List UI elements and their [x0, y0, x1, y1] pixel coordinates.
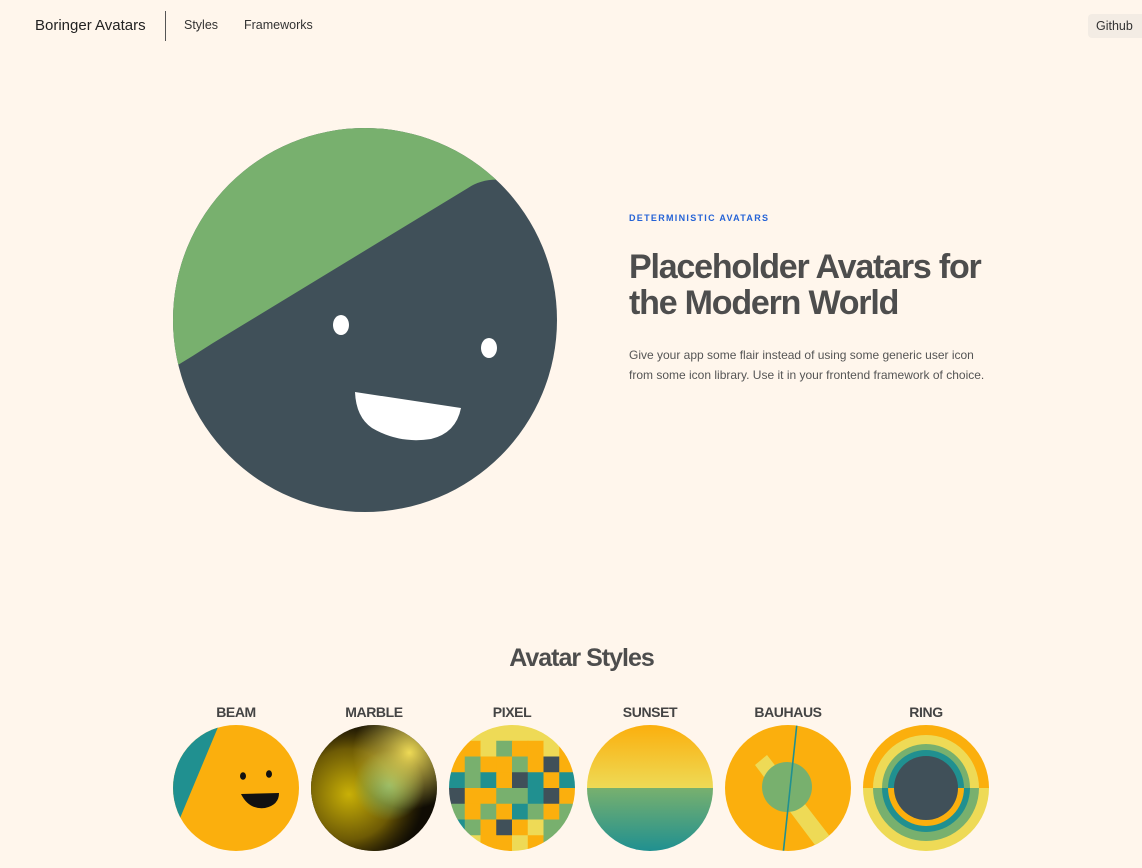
beam-avatar [173, 725, 299, 851]
pixel-cell [496, 740, 513, 757]
pixel-cell [464, 725, 481, 742]
style-label-bauhaus: BAUHAUS [754, 704, 822, 720]
style-card-bauhaus[interactable]: BAUHAUS [725, 703, 851, 851]
pixel-cell [449, 788, 466, 805]
sunset-avatar [587, 725, 713, 851]
pixel-cell [464, 772, 481, 789]
pixel-cell [527, 803, 544, 820]
pixel-cell [559, 803, 575, 820]
pixel-cell [543, 803, 560, 820]
style-label-ring: RING [909, 704, 943, 720]
pixel-cell [512, 740, 529, 757]
pixel-cell [496, 725, 513, 742]
style-card-ring[interactable]: RING [863, 703, 989, 851]
section-title: Avatar Styles [509, 644, 655, 672]
pixel-cell [449, 740, 466, 757]
pixel-cell [559, 835, 575, 851]
pixel-cell [449, 725, 466, 742]
pixel-cell [559, 772, 575, 789]
pixel-cell [480, 740, 497, 757]
pixel-cell [559, 788, 575, 805]
pixel-cell [512, 819, 529, 836]
pixel-cell [496, 803, 513, 820]
pixel-cell [480, 788, 497, 805]
hero-eyebrow: DETERMINISTIC AVATARS [629, 213, 770, 223]
pixel-cell [527, 819, 544, 836]
nav-frameworks-link[interactable]: Frameworks [244, 18, 313, 32]
pixel-cell [512, 756, 529, 773]
pixel-cell [449, 819, 466, 836]
pixel-cell [512, 788, 529, 805]
pixel-cell [464, 756, 481, 773]
pixel-avatar [449, 725, 575, 851]
pixel-cell [480, 725, 497, 742]
pixel-cell [496, 819, 513, 836]
pixel-cell [527, 756, 544, 773]
pixel-cell [512, 803, 529, 820]
left-eye [333, 315, 349, 335]
github-button[interactable]: Github [1088, 14, 1142, 38]
bauhaus-avatar [725, 725, 851, 851]
pixel-cell [449, 756, 466, 773]
pixel-cell [496, 772, 513, 789]
pixel-cell [543, 835, 560, 851]
pixel-cell [543, 772, 560, 789]
nav-styles-link[interactable]: Styles [184, 18, 218, 32]
pixel-cell [480, 803, 497, 820]
right-eye [481, 338, 497, 358]
style-label-sunset: SUNSET [622, 704, 678, 720]
pixel-cell [527, 725, 544, 742]
pixel-cell [464, 835, 481, 851]
style-card-beam[interactable]: BEAM [173, 703, 299, 851]
ring-avatar [863, 725, 989, 851]
style-label-pixel: PIXEL [492, 704, 532, 720]
pixel-cell [543, 819, 560, 836]
pixel-cell [449, 803, 466, 820]
pixel-cell [559, 725, 575, 742]
pixel-cell [559, 756, 575, 773]
pixel-cell [543, 788, 560, 805]
hero-beam-avatar [173, 128, 557, 512]
brand-link[interactable]: Boringer Avatars [35, 17, 146, 34]
pixel-cell [464, 740, 481, 757]
style-card-pixel[interactable]: PIXEL [449, 703, 575, 851]
pixel-cell [543, 756, 560, 773]
pixel-cell [464, 819, 481, 836]
marble-avatar [311, 725, 437, 851]
style-label-marble: MARBLE [345, 704, 403, 720]
pixel-cell [527, 788, 544, 805]
pixel-cell [496, 835, 513, 851]
pixel-cell [527, 835, 544, 851]
pixel-cell [527, 740, 544, 757]
hero-description: Give your app some flair instead of usin… [629, 348, 985, 382]
style-card-sunset[interactable]: SUNSET [587, 703, 713, 851]
pixel-cell [543, 740, 560, 757]
pixel-cell [480, 819, 497, 836]
pixel-cell [559, 819, 575, 836]
pixel-cell [512, 725, 529, 742]
pixel-cell [512, 772, 529, 789]
pixel-cell [449, 772, 466, 789]
pixel-cell [480, 772, 497, 789]
pixel-cell [559, 740, 575, 757]
pixel-cell [480, 756, 497, 773]
header-divider [165, 11, 166, 41]
pixel-cell [496, 756, 513, 773]
pixel-cell [496, 788, 513, 805]
pixel-cell [464, 803, 481, 820]
pixel-cell [543, 725, 560, 742]
pixel-cell [512, 835, 529, 851]
pixel-cell [464, 788, 481, 805]
hero-title: Placeholder Avatars for the Modern World [629, 248, 982, 322]
pixel-cell [480, 835, 497, 851]
header: Boringer Avatars Styles Frameworks Githu… [0, 0, 1142, 54]
pixel-cell [449, 835, 466, 851]
style-card-marble[interactable]: MARBLE [311, 703, 437, 851]
style-label-beam: BEAM [216, 704, 256, 720]
pixel-cell [527, 772, 544, 789]
